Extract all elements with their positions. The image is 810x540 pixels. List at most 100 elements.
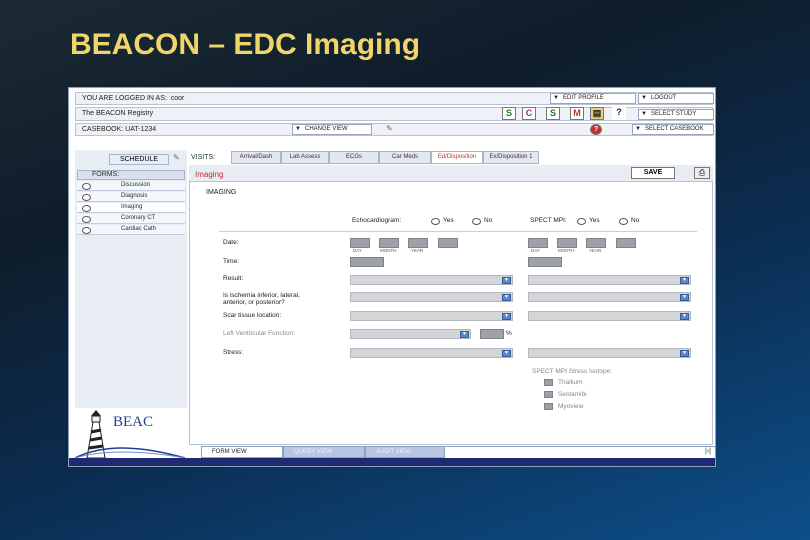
tab-lab-assess[interactable]: Lab Assess xyxy=(281,151,329,164)
pencil-icon[interactable]: ✎ xyxy=(386,124,393,133)
help-red-icon[interactable]: ? xyxy=(590,124,602,135)
day-caption: DAY xyxy=(531,248,540,253)
ischemia-label-2: anterior, or posterior? xyxy=(223,299,285,306)
chevron-down-icon[interactable]: ▼ xyxy=(502,294,511,301)
casebook-row: CASEBOOK: UAT-1234 ▼ CHANGE VIEW ✎ ? ▼ SEL… xyxy=(75,123,714,136)
echo-month-field[interactable] xyxy=(379,238,399,248)
tab-bar-filler xyxy=(445,446,715,458)
radio-icon[interactable] xyxy=(82,205,91,212)
checkbox-icon[interactable] xyxy=(544,403,553,410)
echo-day-field[interactable] xyxy=(350,238,370,248)
spect-month-field[interactable] xyxy=(557,238,577,248)
login-row: YOU ARE LOGGED IN AS: coor ▼ EDIT PROFILE… xyxy=(75,92,714,105)
form-item-imaging[interactable]: Imaging xyxy=(77,203,185,213)
select-casebook-button[interactable]: ▼ SELECT CASEBOOK xyxy=(632,124,714,135)
tab-ed-disposition[interactable]: Ed/Disposition xyxy=(431,151,483,164)
spect-no-radio[interactable]: No xyxy=(619,217,639,225)
radio-icon[interactable] xyxy=(619,218,628,225)
s-icon[interactable]: S xyxy=(502,107,516,120)
echo-scar-select[interactable]: ▼ xyxy=(350,311,513,321)
isotope-thallium[interactable]: Thallium xyxy=(544,379,583,386)
beacon-logo: BEAC xyxy=(74,408,187,460)
window-bottom-strip xyxy=(69,458,715,466)
radio-icon[interactable] xyxy=(82,183,91,190)
form-title: Imaging xyxy=(195,170,224,179)
radio-icon[interactable] xyxy=(472,218,481,225)
time-label: Time: xyxy=(223,258,240,265)
edit-profile-button[interactable]: ▼ EDIT PROFILE xyxy=(550,93,636,104)
radio-icon[interactable] xyxy=(431,218,440,225)
dropdown-arrow-icon: ▼ xyxy=(641,111,647,117)
logout-button[interactable]: ▼ LOGOUT xyxy=(638,93,714,104)
chevron-down-icon[interactable]: ▼ xyxy=(460,331,469,338)
echo-lvf-select[interactable]: ▼ xyxy=(350,329,471,339)
radio-icon[interactable] xyxy=(82,194,91,201)
c-icon[interactable]: C xyxy=(522,107,536,120)
pencil-icon[interactable]: ✎ xyxy=(173,153,180,162)
chevron-down-icon[interactable]: ▼ xyxy=(502,313,511,320)
radio-icon[interactable] xyxy=(82,227,91,234)
spect-ischemia-select[interactable]: ▼ xyxy=(528,292,691,302)
tab-query-view[interactable]: QUERY VIEW xyxy=(283,446,365,458)
select-study-button[interactable]: ▼ SELECT STUDY xyxy=(638,109,714,120)
echo-ischemia-select[interactable]: ▼ xyxy=(350,292,513,302)
echo-result-select[interactable]: ▼ xyxy=(350,275,513,285)
month-caption: MONTH xyxy=(558,248,575,253)
spect-time-field[interactable] xyxy=(528,257,562,267)
echo-yes-radio[interactable]: Yes xyxy=(431,217,454,225)
tab-ex-disposition-1[interactable]: Ex/Disposition 1 xyxy=(483,151,539,164)
chevron-down-icon[interactable]: ▼ xyxy=(502,350,511,357)
tab-arrival-dash[interactable]: Arrival/Dash xyxy=(231,151,281,164)
echo-stress-select[interactable]: ▼ xyxy=(350,348,513,358)
spect-result-select[interactable]: ▼ xyxy=(528,275,691,285)
form-item-coronary-ct[interactable]: Coronary CT xyxy=(77,214,185,224)
echo-year2-field[interactable] xyxy=(438,238,458,248)
spect-label: SPECT MPI: xyxy=(530,217,567,224)
m-icon[interactable]: M xyxy=(570,107,584,120)
echo-time-field[interactable] xyxy=(350,257,384,267)
scar-label: Scar tissue location: xyxy=(223,312,282,319)
result-label: Result: xyxy=(223,275,244,282)
checkbox-icon[interactable] xyxy=(544,391,553,398)
form-item-discussion[interactable]: Discussion xyxy=(77,181,185,191)
tab-ecgs[interactable]: ECGs xyxy=(329,151,379,164)
chevron-down-icon[interactable]: ▼ xyxy=(680,350,689,357)
dropdown-arrow-icon: ▼ xyxy=(295,126,301,132)
spect-scar-select[interactable]: ▼ xyxy=(528,311,691,321)
echo-no-radio[interactable]: No xyxy=(472,217,492,225)
isotope-label: SPECT MPI Stress Isotope: xyxy=(532,368,613,375)
day-caption: DAY xyxy=(353,248,362,253)
folder-icon[interactable]: ▤ xyxy=(590,107,604,120)
chevron-down-icon[interactable]: ▼ xyxy=(680,313,689,320)
spect-yes-radio[interactable]: Yes xyxy=(577,217,600,225)
radio-icon[interactable] xyxy=(577,218,586,225)
tab-car-meds[interactable]: Car Meds xyxy=(379,151,431,164)
isotope-myoview[interactable]: Myoview xyxy=(544,403,583,410)
isotope-sestamibi[interactable]: Sestamibi xyxy=(544,391,587,398)
lvf-percent-field[interactable] xyxy=(480,329,504,339)
spect-year2-field[interactable] xyxy=(616,238,636,248)
radio-icon[interactable] xyxy=(82,216,91,223)
scroll-end-icon[interactable]: |‹| xyxy=(705,448,711,455)
schedule-button[interactable]: SCHEDULE xyxy=(109,154,169,165)
echo-year-field[interactable] xyxy=(408,238,428,248)
printer-icon[interactable]: ⎙ xyxy=(694,167,710,179)
tab-form-view[interactable]: FORM VIEW xyxy=(201,446,283,458)
chevron-down-icon[interactable]: ▼ xyxy=(680,294,689,301)
stress-label: Stress: xyxy=(223,349,244,356)
spect-day-field[interactable] xyxy=(528,238,548,248)
chevron-down-icon[interactable]: ▼ xyxy=(502,277,511,284)
s-alt-icon[interactable]: S xyxy=(546,107,560,120)
spect-year-field[interactable] xyxy=(586,238,606,248)
help-icon[interactable]: ? xyxy=(612,107,626,120)
lvf-label: Left Ventricular Function: xyxy=(223,330,295,337)
forms-label: FORMS: xyxy=(77,170,185,180)
form-item-cardiac-cath[interactable]: Cardiac Cath xyxy=(77,225,185,235)
chevron-down-icon[interactable]: ▼ xyxy=(680,277,689,284)
change-view-button[interactable]: ▼ CHANGE VIEW xyxy=(292,124,372,135)
form-item-diagnosis[interactable]: Diagnosis xyxy=(77,192,185,202)
tab-audit-view[interactable]: AUDIT VIEW xyxy=(365,446,445,458)
save-button[interactable]: SAVE xyxy=(631,167,675,179)
spect-stress-select[interactable]: ▼ xyxy=(528,348,691,358)
checkbox-icon[interactable] xyxy=(544,379,553,386)
